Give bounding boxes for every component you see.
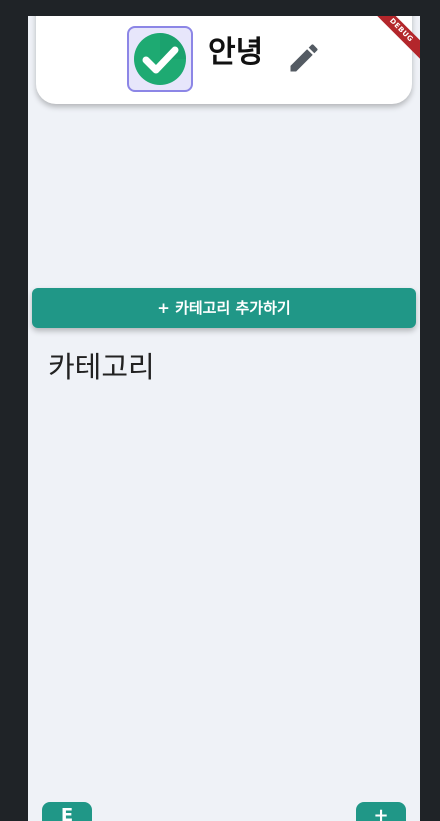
check-circle-icon <box>134 33 186 85</box>
bottom-right-button-label: + <box>373 805 389 821</box>
header-card: 안녕 <box>36 16 412 104</box>
pencil-icon[interactable] <box>286 40 322 76</box>
bottom-left-button-label: E <box>60 805 74 821</box>
app-screen: 안녕 DEBUG + 카테고리 추가하기 카테고리 E + <box>28 16 420 821</box>
bottom-left-button[interactable]: E <box>42 802 92 821</box>
page-title: 안녕 <box>208 35 264 70</box>
avatar[interactable] <box>127 26 193 92</box>
bottom-right-button[interactable]: + <box>356 802 406 821</box>
category-section-title: 카테고리 <box>48 350 155 384</box>
add-category-button[interactable]: + 카테고리 추가하기 <box>32 288 416 328</box>
